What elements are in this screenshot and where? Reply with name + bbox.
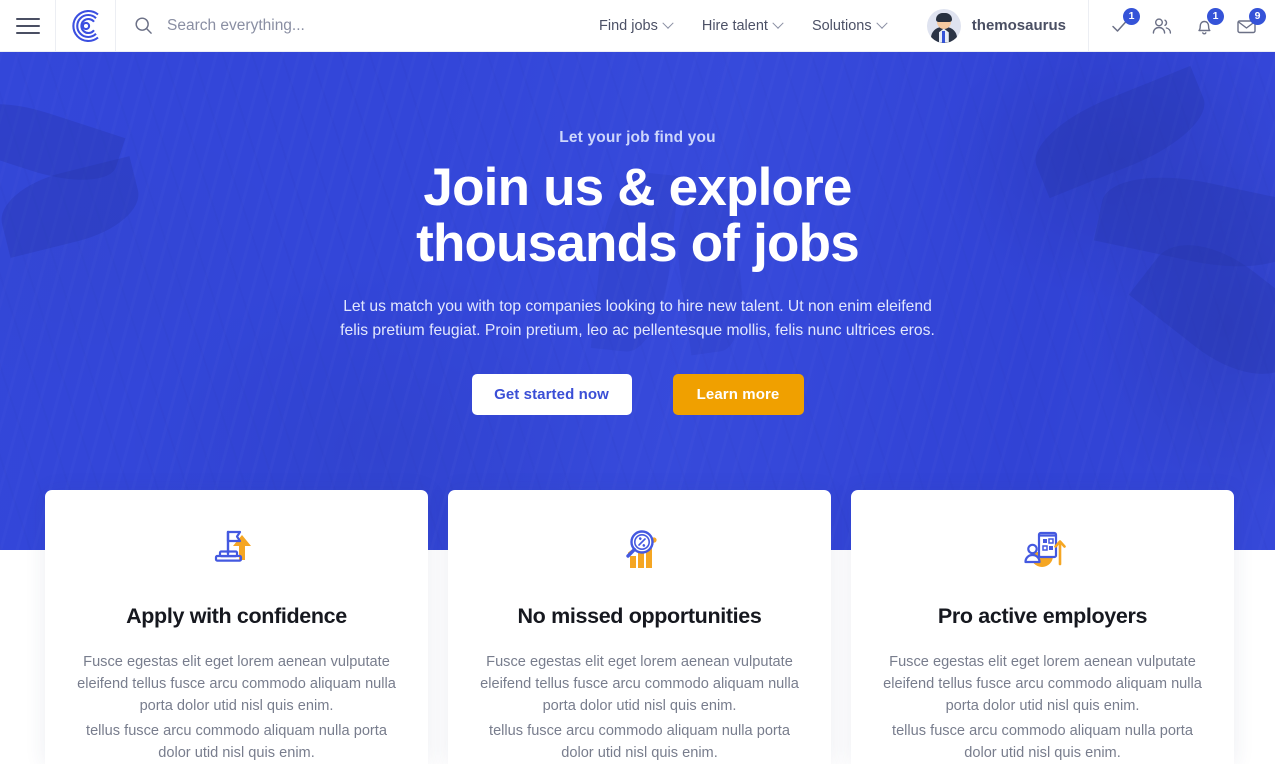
- contacts-people-icon[interactable]: [1149, 11, 1175, 41]
- chevron-down-icon: [662, 17, 673, 28]
- brand-logo-svg: [69, 9, 103, 43]
- messages-badge: 9: [1249, 8, 1266, 25]
- messages-envelope-icon[interactable]: 9: [1233, 11, 1259, 41]
- hamburger-line: [16, 25, 40, 27]
- feature-card-text-2: tellus fusce arcu commodo aliquam nulla …: [71, 720, 402, 764]
- learn-more-button[interactable]: Learn more: [673, 374, 804, 415]
- hero-eyebrow: Let your job find you: [0, 129, 1275, 147]
- user-profile-button[interactable]: themosaurus: [911, 0, 1089, 52]
- search-icon[interactable]: [134, 16, 153, 35]
- chevron-down-icon: [772, 17, 783, 28]
- feature-card-pro-active-employers[interactable]: Pro active employers Fusce egestas elit …: [851, 490, 1234, 764]
- tasks-badge: 1: [1123, 8, 1140, 25]
- feature-card-row: Apply with confidence Fusce egestas elit…: [45, 490, 1235, 764]
- feature-card-title: No missed opportunities: [474, 604, 805, 629]
- avatar: [927, 9, 961, 43]
- nav-hire-talent[interactable]: Hire talent: [702, 18, 782, 34]
- hamburger-menu-icon[interactable]: [0, 0, 56, 52]
- people-glyph: [1151, 16, 1173, 36]
- hamburger-line: [16, 32, 40, 34]
- notifications-bell-icon[interactable]: 1: [1191, 11, 1217, 41]
- header-icon-group: 1 1: [1089, 11, 1275, 41]
- search-area: [116, 0, 557, 52]
- main-navigation: Find jobs Hire talent Solutions: [599, 18, 886, 34]
- chevron-down-icon: [876, 17, 887, 28]
- username-label: themosaurus: [972, 17, 1066, 34]
- feature-card-title: Apply with confidence: [71, 604, 402, 629]
- person-document-arrow-up-icon: [877, 520, 1208, 580]
- feature-card-text-2: tellus fusce arcu commodo aliquam nulla …: [474, 720, 805, 764]
- search-input[interactable]: [167, 17, 557, 35]
- get-started-button[interactable]: Get started now: [472, 374, 632, 415]
- nav-solutions[interactable]: Solutions: [812, 18, 886, 34]
- notifications-badge: 1: [1207, 8, 1224, 25]
- user-area: themosaurus 1: [911, 0, 1275, 52]
- hero-subtitle: Let us match you with top companies look…: [338, 295, 938, 341]
- hero-content: Let your job find you Join us & explore …: [0, 52, 1275, 415]
- magnifier-bar-chart-icon: [474, 520, 805, 580]
- page-title: Join us & explore thousands of jobs: [0, 160, 1275, 272]
- person-document-arrow-up-glyph: [1017, 524, 1069, 576]
- nav-hire-talent-label: Hire talent: [702, 18, 768, 34]
- feature-card-no-missed-opportunities[interactable]: No missed opportunities Fusce egestas el…: [448, 490, 831, 764]
- flag-arrow-up-icon: [71, 520, 402, 580]
- hamburger-line: [16, 18, 40, 20]
- hero-banner: Let your job find you Join us & explore …: [0, 52, 1275, 550]
- nav-solutions-label: Solutions: [812, 18, 872, 34]
- hero-button-group: Get started now Learn more: [0, 374, 1275, 415]
- tasks-check-icon[interactable]: 1: [1107, 11, 1133, 41]
- hero-title-line-1: Join us & explore: [423, 158, 851, 217]
- feature-card-text-2: tellus fusce arcu commodo aliquam nulla …: [877, 720, 1208, 764]
- feature-card-apply-with-confidence[interactable]: Apply with confidence Fusce egestas elit…: [45, 490, 428, 764]
- top-header-bar: Find jobs Hire talent Solutions themosau…: [0, 0, 1275, 52]
- nav-find-jobs[interactable]: Find jobs: [599, 18, 672, 34]
- feature-card-text-1: Fusce egestas elit eget lorem aenean vul…: [877, 651, 1208, 718]
- feature-card-text-1: Fusce egestas elit eget lorem aenean vul…: [71, 651, 402, 718]
- magnifier-bar-chart-glyph: [614, 524, 666, 576]
- flag-arrow-up-glyph: [211, 524, 263, 576]
- hero-title-line-2: thousands of jobs: [416, 214, 859, 273]
- feature-card-title: Pro active employers: [877, 604, 1208, 629]
- brand-logo-icon[interactable]: [56, 0, 116, 52]
- feature-card-text-1: Fusce egestas elit eget lorem aenean vul…: [474, 651, 805, 718]
- nav-find-jobs-label: Find jobs: [599, 18, 658, 34]
